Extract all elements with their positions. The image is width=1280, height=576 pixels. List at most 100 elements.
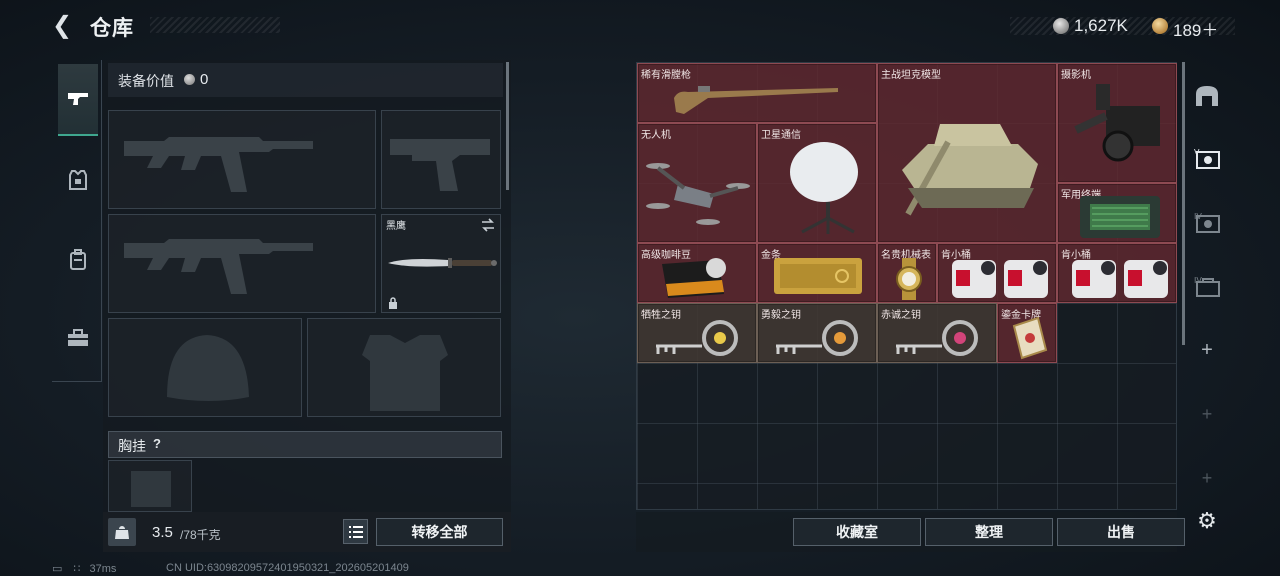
chest-rig-slot[interactable] — [108, 460, 192, 512]
storage-tabs-rail: V IV IV + + + — [1187, 62, 1227, 512]
storage-item-musket[interactable]: 稀有滑膛枪 — [637, 63, 877, 123]
equipment-value-label: 装备价值 — [118, 73, 174, 89]
swap-icon[interactable] — [480, 218, 496, 232]
storage-item-bucket[interactable]: 肯小桶 — [1057, 243, 1177, 303]
network-status: ▭ ∷ 37ms — [52, 562, 116, 575]
storage-box-icon: V — [1194, 148, 1220, 169]
svg-text:IV: IV — [1194, 276, 1202, 285]
settings-gear-icon[interactable]: ⚙ — [1195, 509, 1219, 533]
tab-case[interactable] — [58, 310, 98, 366]
tab-weapons[interactable] — [58, 64, 98, 136]
armor-silhouette-icon — [362, 335, 448, 411]
tab-storage-5[interactable]: V — [1191, 138, 1223, 178]
primary-weapon-slot[interactable] — [108, 110, 376, 209]
key-icon — [776, 320, 858, 356]
card-icon — [1012, 316, 1048, 360]
user-uid: CN UID:6309820957240195032​1_20260520140… — [166, 562, 409, 574]
help-icon[interactable]: ? — [153, 436, 161, 451]
helmet-slot[interactable] — [108, 318, 302, 417]
equipment-scrollbar[interactable] — [506, 62, 509, 190]
armor-vest-icon — [69, 170, 87, 190]
folder-icon: IV — [1194, 276, 1220, 297]
svg-text:IV: IV — [1194, 212, 1202, 221]
battery-icon: ▭ — [52, 563, 63, 575]
silver-coin-icon — [1053, 18, 1069, 34]
pistol-icon — [68, 93, 88, 105]
silver-coin-icon — [184, 74, 195, 85]
silver-amount: 1,627K — [1074, 16, 1128, 35]
tab-storage-main[interactable] — [1191, 76, 1223, 116]
terminal-icon — [1080, 196, 1160, 238]
wifi-icon: ∷ — [73, 563, 81, 575]
helmet-silhouette-icon — [167, 335, 249, 401]
storage-item-key-sincerity[interactable]: 赤诚之钥 — [877, 303, 997, 363]
list-icon — [348, 525, 363, 538]
chest-rig-silhouette-icon — [131, 471, 171, 507]
storage-item-key-sacrifice[interactable]: 牺牲之钥 — [637, 303, 757, 363]
video-camera-icon — [1074, 84, 1160, 162]
tab-backpack[interactable] — [58, 232, 98, 288]
storage-item-luxury-watch[interactable]: 名贵机械表 — [877, 243, 937, 303]
melee-slot[interactable]: 黑鹰 — [381, 214, 501, 313]
chest-rig-label: 胸挂 — [118, 438, 146, 454]
weight-icon — [108, 518, 136, 546]
key-icon — [896, 320, 978, 356]
equipment-value: 0 — [200, 71, 209, 88]
storage-item-bucket[interactable]: 肯小桶 — [937, 243, 1057, 303]
category-rail — [52, 60, 102, 382]
storage-scrollbar[interactable] — [1182, 62, 1185, 345]
armor-slot[interactable] — [307, 318, 501, 417]
tank-model-icon — [902, 124, 1038, 216]
storage-grid[interactable]: 稀有滑膛枪 主战坦克模型 摄影机 无人机 卫星通信 军用终端 高级咖啡豆 金条 … — [636, 62, 1177, 510]
page-title: 仓库 — [90, 17, 134, 40]
back-arrow-icon[interactable]: ❮ — [52, 14, 76, 38]
lock-icon — [389, 297, 397, 309]
coffee-bag-icon — [662, 258, 726, 298]
list-view-button[interactable] — [343, 519, 368, 544]
gold-coin-icon — [1152, 18, 1168, 34]
bucket-toy-icon — [1072, 260, 1168, 298]
storage-item-satellite-comm[interactable]: 卫星通信 — [757, 123, 877, 243]
melee-item-name: 黑鹰 — [386, 221, 406, 232]
tab-armor[interactable] — [58, 152, 98, 208]
gold-bar-icon — [774, 258, 862, 294]
sort-button[interactable]: 整理 — [925, 518, 1053, 546]
ping: 37ms — [89, 563, 117, 575]
collection-room-button[interactable]: 收藏室 — [793, 518, 921, 546]
musket-icon — [674, 86, 838, 114]
storage-item-coffee-beans[interactable]: 高级咖啡豆 — [637, 243, 757, 303]
storage-item-camera[interactable]: 摄影机 — [1057, 63, 1177, 183]
storage-item-military-terminal[interactable]: 军用终端 — [1057, 183, 1177, 243]
storage-item-key-courage[interactable]: 勇毅之钥 — [757, 303, 877, 363]
storage-item-drone[interactable]: 无人机 — [637, 123, 757, 243]
pistol-silhouette-icon — [390, 139, 490, 191]
storage-item-tank-model[interactable]: 主战坦克模型 — [877, 63, 1057, 243]
watch-icon — [896, 258, 922, 300]
combat-knife-icon — [388, 258, 497, 268]
title-decoration — [150, 17, 280, 33]
rifle-silhouette-icon — [124, 137, 313, 192]
weight-max: /78千克 — [180, 528, 221, 542]
secondary-weapon-slot[interactable] — [108, 214, 376, 313]
warehouse-icon — [1196, 86, 1218, 106]
briefcase-icon — [68, 329, 88, 346]
tab-storage-4[interactable]: IV — [1191, 202, 1223, 242]
rifle-silhouette-icon — [124, 239, 313, 294]
weight-current: 3.5 — [152, 524, 173, 541]
tab-storage-4b[interactable]: IV — [1191, 266, 1223, 306]
pistol-slot[interactable] — [381, 110, 501, 209]
storage-item-gilded-card[interactable]: 鎏金卡牌 — [997, 303, 1057, 363]
transfer-all-button[interactable]: 转移全部 — [376, 518, 503, 546]
backpack-icon — [70, 249, 86, 270]
key-icon — [656, 320, 738, 356]
storage-box-icon: IV — [1194, 212, 1220, 233]
sell-button[interactable]: 出售 — [1057, 518, 1185, 546]
add-tab-icon[interactable]: + — [1191, 458, 1223, 498]
chest-rig-header — [108, 431, 502, 458]
add-tab-icon[interactable]: + — [1191, 330, 1223, 370]
add-tab-icon[interactable]: + — [1191, 394, 1223, 434]
drone-icon — [646, 163, 750, 225]
storage-item-gold-bar[interactable]: 金条 — [757, 243, 877, 303]
satellite-dish-icon — [790, 142, 858, 234]
gold-amount[interactable]: 189＋ — [1173, 16, 1218, 41]
